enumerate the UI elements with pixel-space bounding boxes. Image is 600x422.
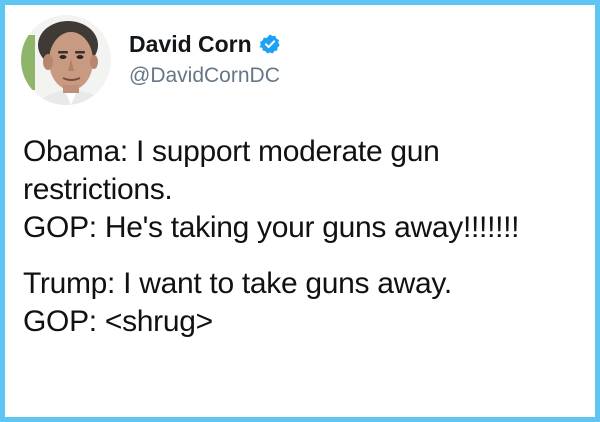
tweet-card: David Corn @DavidCornDC Obama: I support…: [0, 0, 600, 422]
tweet-header: David Corn @DavidCornDC: [21, 15, 281, 105]
avatar[interactable]: [21, 15, 111, 105]
tweet-text: Obama: I support moderate gun restrictio…: [23, 133, 583, 341]
tweet-line: Trump: I want to take guns away.: [23, 267, 452, 300]
tweet-line: restrictions.: [23, 173, 173, 206]
tweet-paragraph-2: Trump: I want to take guns away. GOP: <s…: [23, 265, 583, 341]
tweet-line: GOP: <shrug>: [23, 305, 213, 338]
tweet-paragraph-1: Obama: I support moderate gun restrictio…: [23, 133, 583, 247]
verified-badge-icon: [259, 33, 281, 55]
name-row: David Corn: [129, 30, 281, 58]
author-names: David Corn @DavidCornDC: [129, 30, 281, 90]
avatar-photo: [21, 15, 111, 105]
tweet-line: GOP: He's taking your guns away!!!!!!!: [23, 211, 520, 244]
author-handle[interactable]: @DavidCornDC: [129, 62, 281, 90]
author-display-name[interactable]: David Corn: [129, 30, 252, 58]
tweet-line: Obama: I support moderate gun: [23, 135, 440, 168]
